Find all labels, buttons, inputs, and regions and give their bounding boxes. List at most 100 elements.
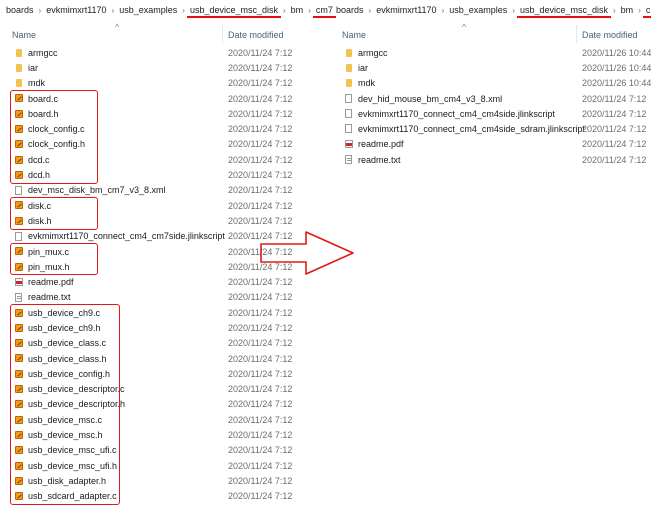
name-column-header[interactable]: Name	[12, 27, 36, 43]
file-date: 2020/11/24 7:12	[228, 62, 293, 73]
file-date: 2020/11/24 7:12	[228, 445, 293, 456]
file-name: dev_msc_disk_bm_cm7_v3_8.xml	[28, 185, 166, 196]
chevron-right-icon: ›	[441, 5, 445, 15]
script-file-icon	[345, 124, 352, 134]
file-row[interactable]: readme.txt 2020/11/24 7:12	[330, 152, 651, 167]
chevron-right-icon: ›	[512, 5, 515, 15]
file-date: 2020/11/24 7:12	[228, 460, 293, 471]
file-date: 2020/11/24 7:12	[228, 93, 293, 104]
file-row[interactable]: iar 2020/11/24 7:12	[0, 60, 322, 75]
file-row[interactable]: evkmimxrt1170_connect_cm4_cm4side_sdram.…	[330, 121, 651, 136]
file-date: 2020/11/24 7:12	[228, 322, 293, 333]
file-row[interactable]: mdk 2020/11/26 10:44	[330, 76, 651, 91]
chevron-right-icon: ›	[308, 5, 311, 15]
file-name: iar	[28, 62, 39, 73]
file-name: iar	[358, 62, 369, 73]
file-date: 2020/11/24 7:12	[582, 139, 647, 150]
file-date: 2020/11/24 7:12	[228, 307, 293, 318]
breadcrumb-item[interactable]: boards	[5, 5, 35, 15]
file-row[interactable]: evkmimxrt1170_connect_cm4_cm4side.jlinks…	[330, 106, 651, 121]
file-name: readme.pdf	[28, 277, 74, 288]
file-date: 2020/11/24 7:12	[228, 185, 293, 196]
chevron-right-icon: ›	[368, 5, 372, 15]
file-row[interactable]: dev_msc_disk_bm_cm7_v3_8.xml 2020/11/24 7…	[0, 183, 322, 198]
file-name: armgcc	[358, 47, 388, 58]
file-date: 2020/11/24 7:12	[228, 154, 293, 165]
breadcrumb-item[interactable]: cm4	[642, 5, 651, 18]
script-file-icon	[15, 231, 22, 241]
file-name: dev_hid_mouse_bm_cm4_v3_8.xml	[358, 93, 503, 104]
date-column-header[interactable]: Date modified	[228, 27, 284, 43]
folder-icon	[346, 63, 352, 72]
highlight-box	[10, 242, 98, 276]
breadcrumb-item[interactable]: evkmimxrt1170	[375, 5, 437, 15]
file-date: 2020/11/24 7:12	[582, 154, 647, 165]
file-date: 2020/11/24 7:12	[228, 384, 293, 395]
file-date: 2020/11/24 7:12	[228, 124, 293, 135]
breadcrumb-item[interactable]: bm	[620, 5, 635, 15]
breadcrumb-item[interactable]: usb_device_msc_disk	[186, 5, 282, 18]
breadcrumb-item[interactable]: boards	[335, 5, 365, 15]
file-row[interactable]: armgcc 2020/11/24 7:12	[0, 45, 322, 60]
breadcrumb-item[interactable]: usb_device_msc_disk	[516, 5, 612, 18]
column-divider[interactable]	[576, 25, 577, 43]
file-date: 2020/11/24 7:12	[228, 215, 293, 226]
file-date: 2020/11/24 7:12	[582, 93, 647, 104]
file-date: 2020/11/26 10:44	[582, 78, 651, 89]
file-date: 2020/11/24 7:12	[228, 491, 293, 502]
file-date: 2020/11/24 7:12	[228, 108, 293, 119]
file-name: readme.txt	[28, 292, 71, 303]
file-row[interactable]: mdk 2020/11/24 7:12	[0, 76, 322, 91]
file-row[interactable]: armgcc 2020/11/26 10:44	[330, 45, 651, 60]
file-date: 2020/11/26 10:44	[582, 62, 651, 73]
file-date: 2020/11/24 7:12	[228, 368, 293, 379]
file-name: readme.pdf	[358, 139, 404, 150]
file-date: 2020/11/24 7:12	[228, 78, 293, 89]
script-file-icon	[345, 109, 352, 119]
file-date: 2020/11/24 7:12	[228, 399, 293, 410]
chevron-right-icon: ›	[38, 5, 42, 15]
breadcrumb-item[interactable]: bm	[290, 5, 305, 15]
column-divider[interactable]	[222, 25, 223, 43]
name-column-header[interactable]: Name	[342, 27, 366, 43]
file-name: readme.txt	[358, 154, 401, 165]
folder-icon	[16, 79, 22, 88]
file-date: 2020/11/24 7:12	[228, 277, 293, 288]
file-date: 2020/11/26 10:44	[582, 47, 651, 58]
file-row[interactable]: iar 2020/11/26 10:44	[330, 60, 651, 75]
date-column-header[interactable]: Date modified	[582, 27, 638, 43]
file-row[interactable]: readme.txt 2020/11/24 7:12	[0, 290, 322, 305]
file-date: 2020/11/24 7:12	[228, 353, 293, 364]
file-date: 2020/11/24 7:12	[228, 139, 293, 150]
file-date: 2020/11/24 7:12	[228, 47, 293, 58]
breadcrumb-item[interactable]: usb_examples	[118, 5, 178, 15]
chevron-right-icon: ›	[613, 5, 616, 15]
file-name: mdk	[358, 78, 376, 89]
file-name: evkmimxrt1170_connect_cm4_cm7side.jlinks…	[28, 231, 225, 242]
right-arrow-icon	[260, 231, 354, 275]
file-date: 2020/11/24 7:12	[228, 200, 293, 211]
file-row[interactable]: readme.pdf 2020/11/24 7:12	[0, 274, 322, 289]
file-row[interactable]: readme.pdf 2020/11/24 7:12	[330, 137, 651, 152]
sort-caret-icon: ^	[115, 22, 120, 32]
breadcrumb: boards › evkmimxrt1170 › usb_examples › usb_de…	[335, 3, 651, 18]
file-date: 2020/11/24 7:12	[228, 170, 293, 181]
highlight-box	[10, 304, 120, 505]
file-row[interactable]: dev_hid_mouse_bm_cm4_v3_8.xml 2020/11/24 …	[330, 91, 651, 106]
file-name: armgcc	[28, 47, 58, 58]
pdf-file-icon	[345, 140, 353, 149]
breadcrumb-item[interactable]: evkmimxrt1170	[45, 5, 107, 15]
breadcrumb-item[interactable]: usb_examples	[448, 5, 508, 15]
file-date: 2020/11/24 7:12	[228, 414, 293, 425]
file-date: 2020/11/24 7:12	[228, 430, 293, 441]
highlight-box	[10, 89, 98, 184]
file-date: 2020/11/24 7:12	[582, 108, 647, 119]
file-list: armgcc 2020/11/26 10:44 iar 2020/11/26 10:4…	[330, 45, 651, 167]
chevron-right-icon: ›	[111, 5, 115, 15]
file-name: mdk	[28, 78, 46, 89]
chevron-right-icon: ›	[283, 5, 286, 15]
pdf-file-icon	[15, 277, 23, 286]
xml-file-icon	[15, 185, 22, 195]
file-date: 2020/11/24 7:12	[228, 338, 293, 349]
chevron-right-icon: ›	[638, 5, 641, 15]
